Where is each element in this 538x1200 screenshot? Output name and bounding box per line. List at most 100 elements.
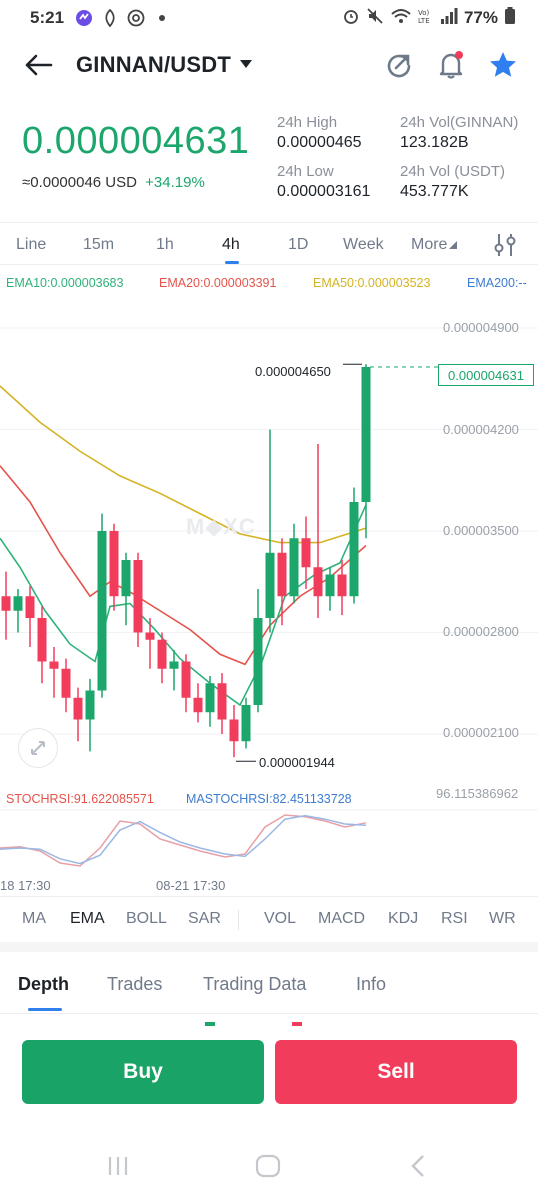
candle-body bbox=[49, 661, 59, 669]
tab-depth[interactable]: Depth bbox=[18, 974, 69, 995]
candle-body bbox=[121, 560, 131, 597]
tf-1h[interactable]: 1h bbox=[156, 236, 174, 254]
svg-text:Vo): Vo) bbox=[418, 9, 430, 17]
candle-body bbox=[265, 552, 275, 618]
vol-quote-label: 24h Vol (USDT) bbox=[400, 163, 506, 180]
tf-15m[interactable]: 15m bbox=[83, 236, 114, 254]
ind-sar[interactable]: SAR bbox=[188, 910, 221, 928]
ind-ma[interactable]: MA bbox=[22, 910, 46, 928]
pair-header: GINNAN/USDT bbox=[0, 40, 538, 90]
system-nav-bar bbox=[0, 1148, 538, 1184]
status-bar: 5:21 Vo) LTE 77% bbox=[0, 0, 538, 36]
caret-down-icon[interactable] bbox=[239, 56, 253, 74]
home-button[interactable] bbox=[254, 1154, 282, 1178]
home-icon bbox=[255, 1154, 281, 1178]
candle-body bbox=[253, 618, 263, 705]
wifi-icon bbox=[390, 7, 412, 30]
arrow-left-icon bbox=[25, 54, 53, 76]
ind-macd[interactable]: MACD bbox=[318, 910, 365, 928]
high-value: 0.00000465 bbox=[277, 134, 362, 151]
buy-button[interactable]: Buy bbox=[22, 1040, 264, 1104]
candle-body bbox=[25, 596, 35, 618]
tf-week[interactable]: Week bbox=[343, 236, 384, 254]
depth-sell-swatch bbox=[292, 1022, 302, 1026]
notification-icon bbox=[100, 8, 120, 28]
share-button[interactable] bbox=[384, 50, 414, 80]
candle-body bbox=[97, 531, 107, 691]
ema20-label: EMA20:0.000003391 bbox=[159, 276, 277, 290]
price-usd-row: ≈0.0000046 USD +34.19% bbox=[22, 174, 205, 191]
candle-body bbox=[193, 697, 203, 713]
candle-body bbox=[169, 661, 179, 669]
ind-vol[interactable]: VOL bbox=[264, 910, 296, 928]
candle-body bbox=[301, 538, 311, 568]
divider bbox=[0, 896, 538, 897]
price-level-2800: 0.000002800 bbox=[443, 624, 519, 639]
expand-icon bbox=[31, 741, 45, 755]
watermark-logo: M◆XC bbox=[186, 514, 256, 539]
candle-body bbox=[349, 502, 359, 597]
candle-body bbox=[157, 639, 167, 669]
favorite-button[interactable] bbox=[488, 50, 518, 80]
mute-icon bbox=[366, 7, 384, 30]
alarm-icon bbox=[342, 7, 360, 30]
tf-1d[interactable]: 1D bbox=[288, 236, 308, 254]
candle-body bbox=[73, 697, 83, 720]
chart-settings-button[interactable] bbox=[492, 232, 518, 263]
low-label: 24h Low bbox=[277, 163, 334, 180]
low-marker-label: 0.000001944 bbox=[259, 755, 335, 770]
ema10-label: EMA10:0.000003683 bbox=[6, 276, 124, 290]
candle-body bbox=[361, 367, 371, 502]
candle-body bbox=[85, 690, 95, 720]
fullscreen-button[interactable] bbox=[18, 728, 58, 768]
candle-body bbox=[109, 531, 119, 597]
tab-info[interactable]: Info bbox=[356, 974, 386, 995]
status-time: 5:21 bbox=[30, 8, 65, 27]
mastochrsi-label: MASTOCHRSI:82.451133728 bbox=[186, 792, 352, 806]
usd-price: ≈0.0000046 USD bbox=[22, 174, 137, 191]
tf-4h[interactable]: 4h bbox=[222, 236, 240, 254]
sell-button[interactable]: Sell bbox=[275, 1040, 517, 1104]
vol-base-value: 123.182B bbox=[400, 134, 469, 151]
tf-more[interactable]: More bbox=[411, 236, 458, 254]
candlestick-chart[interactable]: 0.000004900 0.000004200 0.000003500 0.00… bbox=[0, 292, 538, 893]
pair-title[interactable]: GINNAN/USDT bbox=[76, 52, 231, 78]
candle-body bbox=[217, 683, 227, 720]
low-value: 0.000003161 bbox=[277, 183, 371, 200]
candle-body bbox=[313, 567, 323, 597]
alert-button[interactable] bbox=[436, 50, 466, 80]
depth-buy-swatch bbox=[205, 1022, 215, 1026]
candle-body bbox=[13, 596, 23, 611]
candle-body bbox=[325, 574, 335, 597]
change-percent: +34.19% bbox=[145, 174, 205, 191]
ema20-line bbox=[0, 465, 367, 666]
tab-trading-data[interactable]: Trading Data bbox=[203, 974, 306, 995]
candle-body bbox=[37, 618, 47, 662]
tf-line[interactable]: Line bbox=[16, 236, 46, 254]
candle-body bbox=[133, 560, 143, 633]
ema200-label: EMA200:-- bbox=[467, 276, 527, 290]
candle-body bbox=[289, 538, 299, 597]
stochrsi-label: STOCHRSI:91.622085571 bbox=[6, 792, 154, 806]
ind-boll[interactable]: BOLL bbox=[126, 910, 167, 928]
ind-kdj[interactable]: KDJ bbox=[388, 910, 418, 928]
signal-icon bbox=[440, 7, 458, 30]
svg-text:LTE: LTE bbox=[418, 17, 430, 25]
divider bbox=[0, 222, 538, 223]
ind-wr[interactable]: WR bbox=[489, 910, 516, 928]
price-level-3500: 0.000003500 bbox=[443, 523, 519, 538]
ind-rsi[interactable]: RSI bbox=[441, 910, 468, 928]
divider bbox=[0, 1013, 538, 1014]
mastochrsi-line bbox=[0, 814, 367, 865]
back-button[interactable] bbox=[20, 47, 56, 83]
tab-trades[interactable]: Trades bbox=[107, 974, 162, 995]
recent-apps-button[interactable] bbox=[104, 1154, 132, 1178]
last-price: 0.000004631 bbox=[22, 120, 250, 162]
caret-small-icon bbox=[449, 241, 458, 249]
ind-ema[interactable]: EMA bbox=[70, 910, 105, 928]
system-back-button[interactable] bbox=[404, 1154, 432, 1178]
chrome-icon bbox=[126, 8, 146, 28]
candle-body bbox=[145, 632, 155, 640]
refresh-share-icon bbox=[387, 54, 411, 78]
app-notification-icon bbox=[74, 8, 94, 28]
